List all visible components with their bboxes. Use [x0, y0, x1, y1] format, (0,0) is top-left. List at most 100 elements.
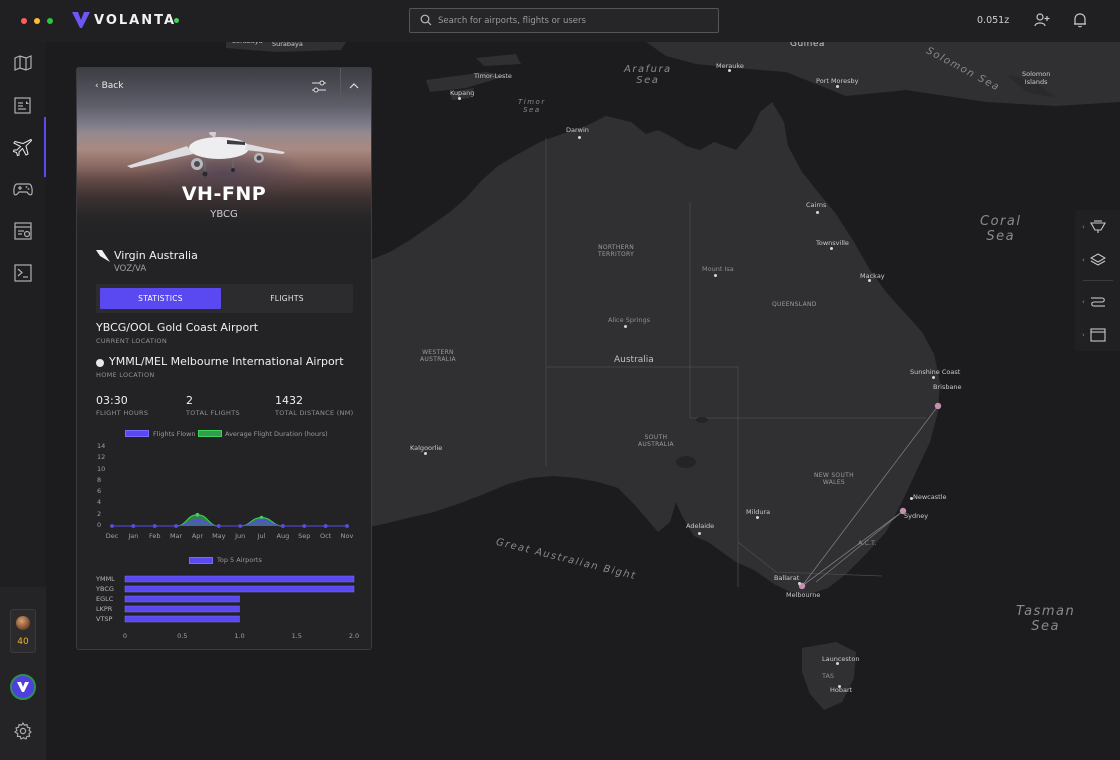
filter-settings-icon[interactable]	[311, 79, 327, 95]
bar-ymml[interactable]	[124, 575, 355, 583]
sidebar-item-map[interactable]	[0, 44, 46, 82]
city-label: Townsville	[816, 239, 849, 247]
data-point[interactable]	[152, 524, 157, 528]
statistics-charts: Flights Flown Average Flight Duration (h…	[77, 423, 371, 649]
friends-icon[interactable]	[1034, 12, 1050, 28]
home-location[interactable]: YMML/MEL Melbourne International Airport	[109, 355, 344, 368]
route-icon	[1090, 297, 1105, 307]
city-label: Adelaide	[686, 522, 715, 530]
city-label: Sunshine Coast	[910, 368, 961, 376]
layers-toggle[interactable]: ‹	[1075, 245, 1120, 275]
home-location-dot	[96, 359, 104, 367]
city-label: Merauke	[716, 62, 744, 70]
tab-flights[interactable]: FLIGHTS	[225, 288, 349, 309]
sidebar-item-aircraft[interactable]	[0, 117, 46, 177]
data-point[interactable]	[345, 524, 349, 528]
data-point[interactable]	[238, 524, 242, 528]
user-profile-card[interactable]: 40	[10, 609, 36, 653]
sea-label-arafura: Arafura Sea	[624, 64, 672, 86]
sea-label-timor: Timor Sea	[518, 98, 546, 114]
chevron-left-icon: ‹	[95, 81, 99, 91]
aircraft-icon	[13, 139, 32, 157]
stat-total-distance-value: 1432	[275, 394, 303, 407]
top-bar: VOLANTA 0.051z	[0, 0, 1120, 42]
bar-chart-title: Top 5 Airports	[217, 556, 262, 564]
stat-total-flights-label: TOTAL FLIGHTS	[186, 409, 240, 417]
settings-button[interactable]	[0, 712, 46, 750]
zulu-time: 0.051z	[977, 15, 1010, 26]
data-point[interactable]	[217, 524, 221, 528]
window-toggle[interactable]: ›	[1075, 320, 1120, 350]
chevron-right-icon: ›	[1082, 331, 1085, 339]
bar-x-tick-label: 1.0	[234, 632, 245, 640]
sidebar-item-terminal[interactable]	[0, 254, 46, 292]
data-point[interactable]	[195, 512, 200, 517]
data-point[interactable]	[323, 524, 328, 528]
aircraft-base-icao: YBCG	[210, 209, 238, 220]
bar-vtsp[interactable]	[124, 615, 240, 623]
home-location-label: HOME LOCATION	[96, 371, 155, 379]
city-dot	[458, 97, 461, 100]
tools-divider	[1083, 280, 1113, 281]
current-location[interactable]: YBCG/OOL Gold Coast Airport	[96, 321, 258, 334]
data-point[interactable]	[259, 518, 264, 523]
window-close-dot[interactable]	[21, 18, 27, 24]
sidebar-item-flight-plan[interactable]	[0, 86, 46, 124]
series-line-1	[112, 514, 347, 527]
region-label-nt: NORTHERN TERRITORY	[598, 244, 635, 258]
city-label: Mount Isa	[702, 265, 734, 273]
bar-category-label: LKPR	[96, 605, 113, 613]
volanta-premium-badge[interactable]	[10, 674, 36, 700]
series-area-1	[112, 514, 347, 526]
data-point[interactable]	[110, 524, 114, 528]
city-dot	[698, 532, 701, 535]
city-label: Kalgoorlie	[410, 444, 443, 452]
aircraft-registration: VH-FNP	[181, 183, 267, 205]
bar-x-tick-label: 1.5	[291, 632, 302, 640]
stat-total-distance-label: TOTAL DISTANCE (NM)	[275, 409, 354, 417]
search-bar[interactable]	[409, 8, 719, 33]
city-dot	[578, 136, 581, 139]
window-maximize-dot[interactable]	[47, 18, 53, 24]
chevron-up-icon[interactable]	[348, 81, 360, 91]
city-dot	[836, 85, 839, 88]
sidebar-item-logbook[interactable]	[0, 212, 46, 250]
route-toggle[interactable]: ‹	[1075, 287, 1120, 317]
city-dot	[624, 325, 627, 328]
bar-x-tick-label: 0	[122, 632, 128, 640]
data-point[interactable]	[281, 524, 285, 528]
window-minimize-dot[interactable]	[34, 18, 40, 24]
city-label: A.C.T.	[858, 539, 877, 547]
back-label: Back	[101, 81, 124, 91]
volanta-logo-icon	[72, 12, 90, 28]
back-button[interactable]: ‹ Back	[95, 81, 123, 91]
sidebar-item-gaming[interactable]	[0, 170, 46, 208]
tab-statistics[interactable]: STATISTICS	[100, 288, 221, 309]
chevron-left-icon: ‹	[1082, 256, 1085, 264]
search-input[interactable]	[438, 12, 708, 29]
city-label: Alice Springs	[608, 316, 651, 324]
terminal-icon	[14, 264, 32, 282]
data-point[interactable]	[174, 524, 178, 528]
layers-icon	[1089, 253, 1106, 266]
city-dot	[756, 516, 759, 519]
bar-lkpr[interactable]	[124, 605, 240, 613]
bar-eglc[interactable]	[124, 595, 240, 603]
chevron-left-icon: ‹	[1082, 298, 1085, 306]
country-label-australia: Australia	[614, 355, 654, 365]
city-dot	[830, 247, 833, 250]
bell-icon[interactable]	[1072, 12, 1088, 28]
data-point[interactable]	[195, 518, 200, 523]
city-dot	[424, 452, 427, 455]
data-point[interactable]	[131, 524, 136, 528]
bar-category-label: EGLC	[96, 595, 114, 603]
city-label: Cairns	[806, 201, 827, 209]
city-label: Mildura	[746, 508, 771, 516]
airline-name: Virgin Australia	[114, 249, 198, 262]
data-point[interactable]	[302, 524, 307, 528]
city-label: Mackay	[860, 272, 885, 280]
volanta-v-icon	[17, 682, 29, 692]
map-icon	[14, 55, 32, 71]
weather-toggle[interactable]: ‹	[1075, 212, 1120, 242]
bar-ybcg[interactable]	[124, 585, 355, 593]
